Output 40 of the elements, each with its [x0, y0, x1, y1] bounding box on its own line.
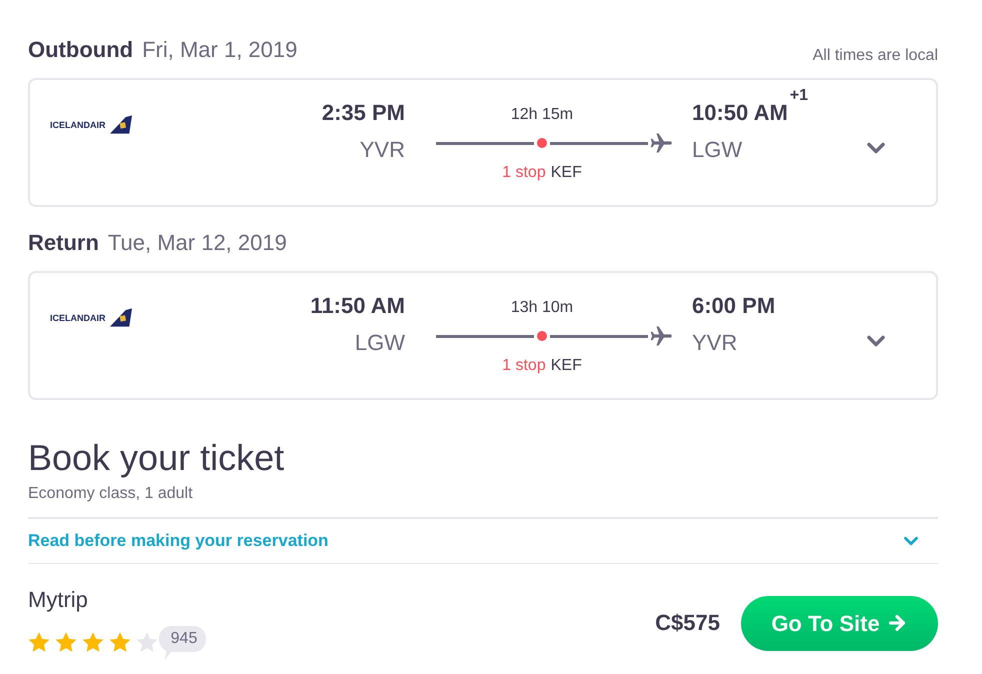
leg-label: Outbound — [28, 36, 134, 64]
leg-label: Return — [28, 229, 99, 257]
plane-icon — [650, 326, 672, 346]
star-icon — [136, 632, 158, 652]
departure-airport: YVR — [360, 137, 405, 163]
day-offset: +1 — [790, 87, 808, 105]
flight-duration: 13h 10m — [510, 298, 574, 318]
stop-airport: KEF — [550, 356, 582, 376]
go-to-site-button[interactable]: Go To Site — [741, 596, 938, 650]
price: C$575 — [655, 609, 720, 637]
arrival-time: 10:50 AM — [692, 100, 788, 126]
airline-logo-text: ICELANDAIR — [50, 312, 106, 324]
arrival-airport: LGW — [692, 137, 742, 163]
stops-count: 1 stop — [502, 163, 546, 183]
booking-subtitle: Economy class, 1 adult — [28, 484, 194, 504]
arrival-time: 6:00 PM — [692, 293, 776, 319]
tail-fin-icon — [110, 308, 132, 327]
tail-fin-icon — [110, 115, 132, 134]
airline-logo-text: ICELANDAIR — [50, 118, 106, 130]
departure-airport: LGW — [354, 330, 405, 356]
stops-count: 1 stop — [502, 356, 546, 376]
reservation-notice-toggle[interactable]: Read before making your reservation — [28, 517, 938, 564]
departure-time: 2:35 PM — [322, 100, 405, 126]
plane-icon — [650, 133, 672, 153]
provider-name: Mytrip — [28, 586, 89, 614]
review-count: 945 — [159, 626, 207, 660]
leg-date: Tue, Mar 12, 2019 — [108, 229, 287, 257]
star-icon — [55, 632, 77, 652]
stop-dot-icon — [536, 137, 548, 149]
flight-duration: 12h 15m — [510, 105, 574, 125]
booking-title: Book your ticket — [28, 437, 286, 479]
leg-date: Fri, Mar 1, 2019 — [142, 36, 298, 64]
stop-dot-icon — [536, 330, 548, 342]
star-icon — [82, 632, 104, 652]
timezone-note: All times are local — [812, 46, 938, 66]
star-icon — [109, 632, 131, 652]
star-icon — [28, 632, 50, 652]
arrival-airport: YVR — [692, 330, 738, 356]
stop-airport: KEF — [550, 163, 582, 183]
departure-time: 11:50 AM — [310, 293, 405, 319]
